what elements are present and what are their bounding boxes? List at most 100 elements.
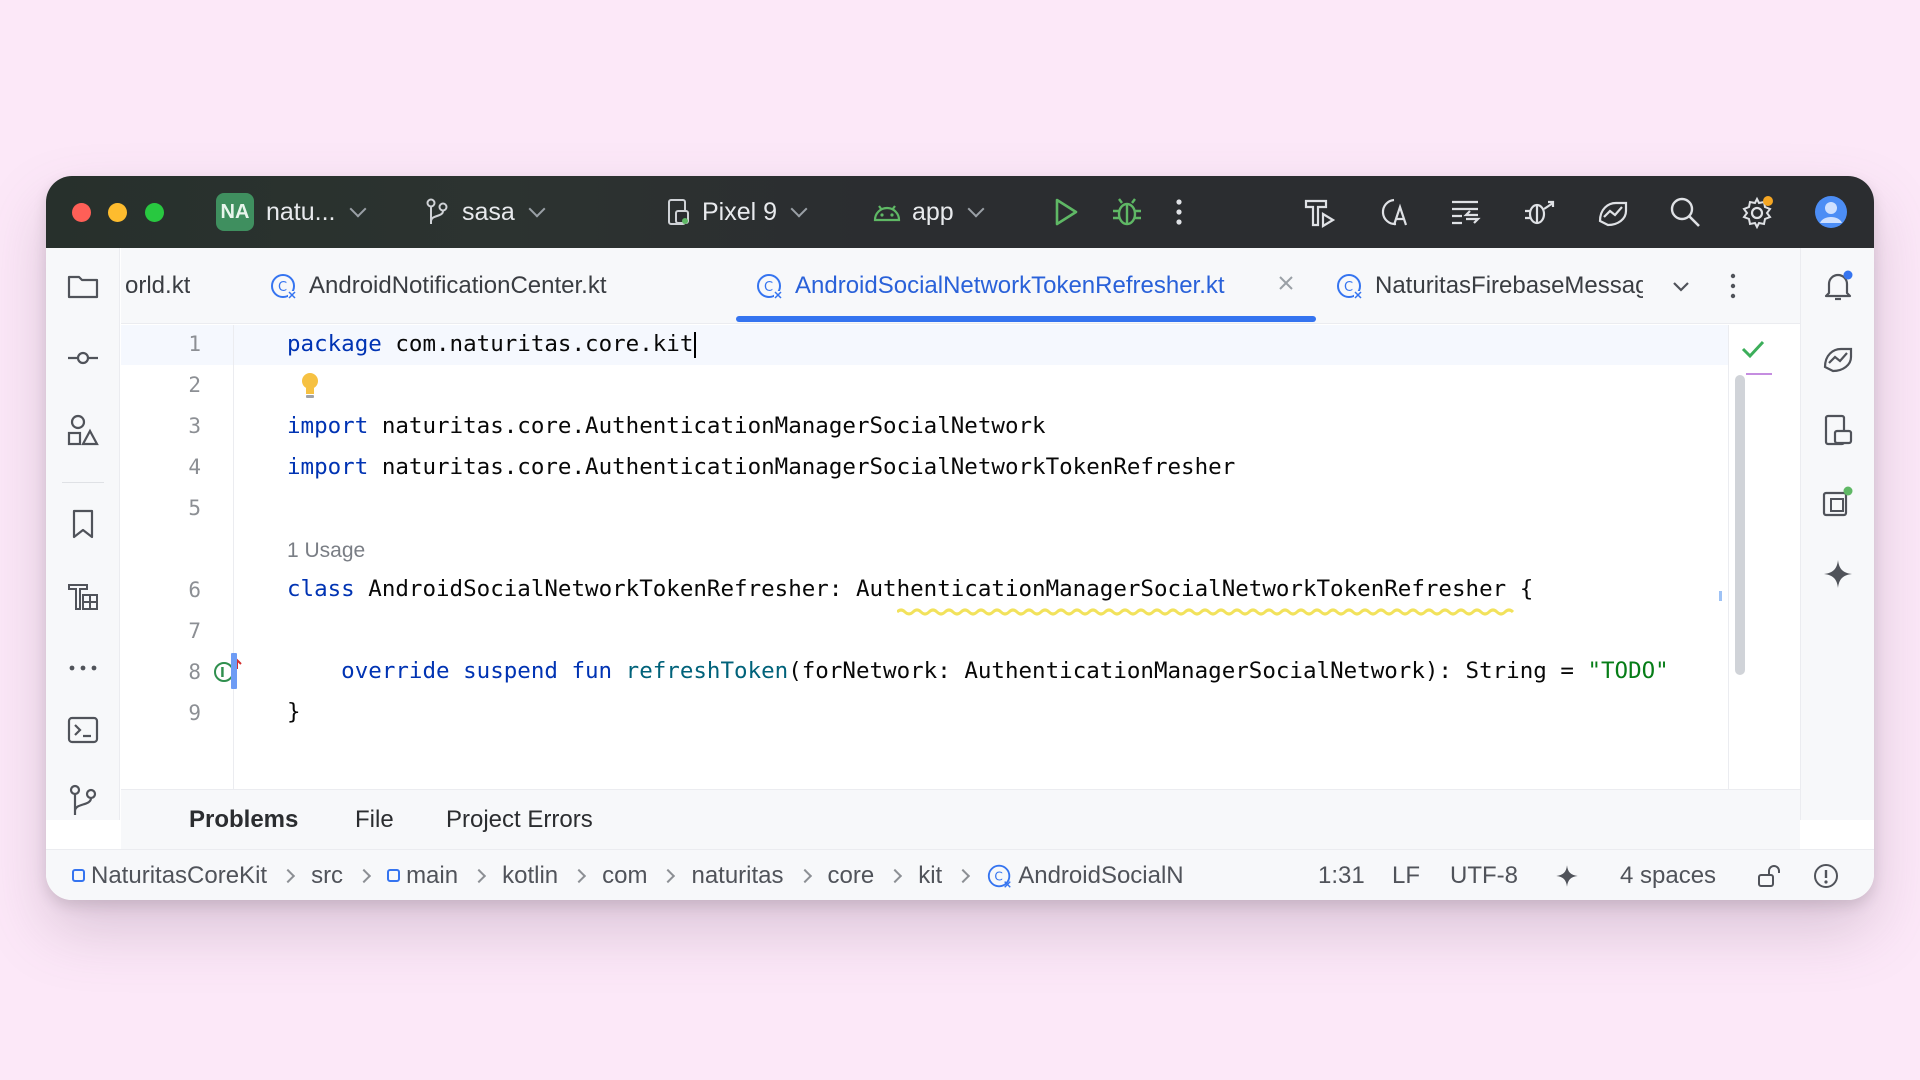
- device-manager-button[interactable]: [1818, 410, 1858, 450]
- line-number: 1: [188, 332, 201, 356]
- string-literal: "TODO": [1587, 658, 1669, 684]
- line-number: 5: [188, 496, 201, 520]
- breadcrumb-item[interactable]: AndroidSocialN: [1018, 862, 1183, 890]
- build-button[interactable]: [1300, 193, 1338, 231]
- chevron-right-icon: [472, 868, 487, 883]
- kotlin-class-icon: C: [988, 864, 1011, 888]
- attach-debugger-button[interactable]: [1520, 193, 1558, 231]
- tabs-more-button[interactable]: [1721, 270, 1745, 307]
- chevron-right-icon: [356, 868, 372, 883]
- project-tool-button[interactable]: [63, 266, 103, 306]
- chevron-right-icon: [280, 868, 296, 883]
- more-tools-button[interactable]: [63, 648, 103, 688]
- keyword: class: [287, 576, 355, 602]
- run-config-selector[interactable]: app: [872, 176, 985, 248]
- chevron-down-icon: [790, 200, 808, 218]
- breadcrumb-item[interactable]: src: [311, 862, 343, 890]
- tab-world[interactable]: orld.kt: [125, 248, 190, 324]
- tab-problems[interactable]: Problems: [189, 790, 298, 850]
- commit-icon: [68, 351, 98, 365]
- ai-status-button[interactable]: [1554, 850, 1580, 900]
- tab-label: AndroidNotificationCenter.kt: [309, 272, 607, 299]
- chevron-right-icon: [888, 868, 903, 883]
- indent-setting[interactable]: 4 spaces: [1620, 850, 1716, 900]
- chevron-right-icon: [572, 868, 587, 883]
- close-tab-button[interactable]: [1276, 272, 1296, 300]
- terminal-icon: [67, 716, 99, 744]
- ai-assistant-button[interactable]: [1818, 554, 1858, 594]
- bell-icon: [1824, 270, 1853, 301]
- breadcrumb-item[interactable]: naturitas: [691, 862, 783, 890]
- branch-selector[interactable]: sasa: [424, 176, 546, 248]
- apply-changes-button[interactable]: [1446, 193, 1484, 231]
- tab-naturitas-firebase-messaging[interactable]: C NaturitasFirebaseMessagingSe: [1335, 248, 1643, 324]
- breadcrumb-item[interactable]: core: [828, 862, 875, 890]
- run-button[interactable]: [1046, 193, 1084, 231]
- intention-lightbulb[interactable]: [299, 371, 321, 406]
- close-icon: [1279, 276, 1293, 290]
- project-selector[interactable]: NA natu...: [216, 176, 366, 248]
- caret-position[interactable]: 1:31: [1318, 850, 1365, 900]
- problems-indicator[interactable]: [1812, 850, 1840, 900]
- line-number: 7: [188, 619, 201, 643]
- commit-tool-button[interactable]: [63, 338, 103, 378]
- implements-gutter-icon[interactable]: I: [213, 657, 243, 690]
- keyword: override suspend fun: [287, 658, 626, 684]
- keyword: package: [287, 331, 382, 357]
- settings-button[interactable]: [1738, 193, 1776, 231]
- breadcrumb-item[interactable]: main: [406, 862, 458, 890]
- tab-file[interactable]: File: [355, 790, 394, 850]
- account-avatar[interactable]: [1812, 193, 1850, 231]
- git-tool-button[interactable]: [63, 780, 103, 820]
- chevron-right-icon: [661, 868, 676, 883]
- breadcrumb-item[interactable]: kotlin: [502, 862, 558, 890]
- profiler-button[interactable]: [1594, 193, 1632, 231]
- project-badge: NA: [216, 193, 254, 231]
- tab-project-errors[interactable]: Project Errors: [446, 790, 593, 850]
- usage-hint[interactable]: 1 Usage: [287, 539, 365, 563]
- change-marker[interactable]: [231, 653, 237, 689]
- translate-button[interactable]: [1374, 193, 1412, 231]
- close-window-button[interactable]: [72, 203, 91, 222]
- tabs-overflow-button[interactable]: [1669, 274, 1693, 303]
- breadcrumb-item[interactable]: com: [602, 862, 647, 890]
- more-vertical-icon: [1730, 273, 1736, 299]
- module-icon: [72, 869, 85, 882]
- git-branch-icon: [69, 784, 97, 815]
- running-devices-button[interactable]: [1818, 482, 1858, 522]
- build-variants-button[interactable]: [63, 576, 103, 616]
- project-name: natu...: [266, 197, 336, 226]
- bookmarks-tool-button[interactable]: [63, 504, 103, 544]
- code-editor[interactable]: 1 2 3 4 5 6 7 8 9 I package com.naturita…: [121, 325, 1800, 789]
- search-button[interactable]: [1666, 193, 1704, 231]
- code-text: (forNetwork: AuthenticationManagerSocial…: [788, 658, 1588, 684]
- code-line-1: package com.naturitas.core.kit: [287, 331, 697, 358]
- line-ending[interactable]: LF: [1392, 850, 1420, 900]
- more-actions-button[interactable]: [1160, 193, 1198, 231]
- readonly-toggle[interactable]: [1756, 850, 1782, 900]
- zoom-window-button[interactable]: [145, 203, 164, 222]
- gradle-tool-button[interactable]: [1818, 338, 1858, 378]
- branch-name: sasa: [462, 197, 515, 226]
- file-encoding[interactable]: UTF-8: [1450, 850, 1518, 900]
- device-selector[interactable]: Pixel 9: [666, 176, 808, 248]
- tab-android-notification-center[interactable]: C AndroidNotificationCenter.kt: [269, 248, 607, 324]
- debug-button[interactable]: [1108, 193, 1146, 231]
- notifications-button[interactable]: [1818, 266, 1858, 306]
- module-icon: [387, 869, 401, 882]
- check-icon: [1741, 340, 1765, 359]
- editor-scrollbar[interactable]: [1735, 375, 1745, 675]
- resource-manager-button[interactable]: [63, 410, 103, 450]
- inspection-status[interactable]: [1739, 337, 1767, 366]
- line-number: 4: [188, 455, 201, 479]
- breadcrumb-item[interactable]: kit: [918, 862, 942, 890]
- tab-android-social-network-token-refresher[interactable]: C AndroidSocialNetworkTokenRefresher.kt: [755, 248, 1225, 324]
- code-text: naturitas.core.AuthenticationManagerSoci…: [368, 413, 1046, 439]
- active-tab-indicator: [736, 316, 1316, 322]
- terminal-tool-button[interactable]: [63, 710, 103, 750]
- kotlin-class-icon: C: [1337, 274, 1362, 299]
- breadcrumb-item[interactable]: NaturitasCoreKit: [91, 862, 267, 890]
- minimize-window-button[interactable]: [108, 203, 127, 222]
- bug-icon: [1113, 198, 1141, 226]
- search-icon: [1670, 197, 1700, 227]
